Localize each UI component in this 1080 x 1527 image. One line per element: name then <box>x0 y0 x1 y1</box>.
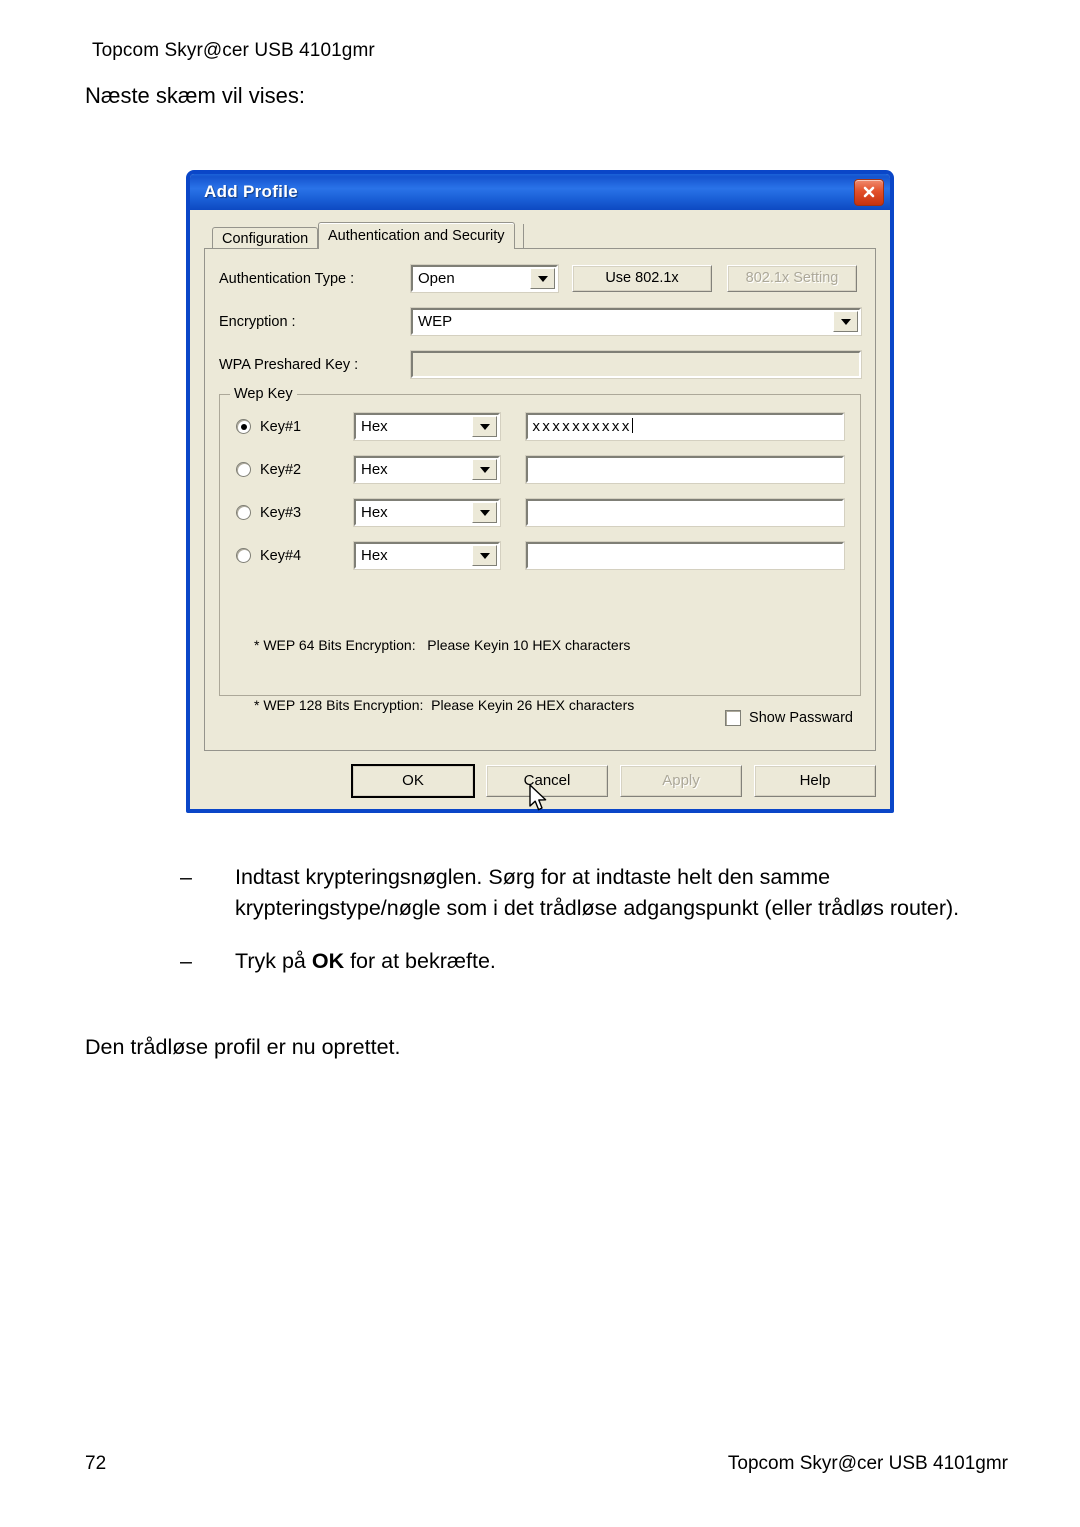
wep-key-2-format-value: Hex <box>356 458 472 481</box>
dialog-button-bar: OK Cancel Apply Help <box>204 764 876 798</box>
wep-key-4-input[interactable] <box>525 541 845 570</box>
chevron-down-icon[interactable] <box>472 416 497 437</box>
ok-button[interactable]: OK <box>351 764 475 798</box>
encryption-value: WEP <box>413 310 833 333</box>
bullet-text-bold: OK <box>311 949 345 973</box>
closing-paragraph: Den trådløse profil er nu oprettet. <box>85 1035 401 1059</box>
wep-key-1-format-value: Hex <box>356 415 472 438</box>
wep-key-2-label: Key#2 <box>260 461 302 478</box>
wep-key-1-value: xxxxxxxxxx <box>532 419 632 435</box>
authentication-type-value: Open <box>413 267 530 290</box>
tabstrip: Configuration Authentication and Securit… <box>212 222 876 249</box>
footer-title: Topcom Skyr@cer USB 4101gmr <box>727 1453 1008 1474</box>
footer-page-number: 72 <box>85 1453 107 1474</box>
wep-key-legend: Wep Key <box>230 386 297 402</box>
wep-key-2-radio[interactable]: Key#2 <box>236 462 354 478</box>
intro-paragraph: Næste skæm vil vises: <box>85 83 306 108</box>
tab-configuration[interactable]: Configuration <box>212 227 319 249</box>
tab-authentication-and-security[interactable]: Authentication and Security <box>318 222 515 249</box>
wep-key-4-format-value: Hex <box>356 544 472 567</box>
use-8021x-button[interactable]: Use 802.1x <box>572 265 712 292</box>
wep-hint-line-1: * WEP 64 Bits Encryption: Please Keyin 1… <box>254 637 631 653</box>
add-profile-dialog: Add Profile Configuration Authentication… <box>186 170 894 813</box>
encryption-row: Encryption : WEP <box>219 307 862 336</box>
dialog-titlebar: Add Profile <box>190 174 890 210</box>
wep-hint-text: * WEP 64 Bits Encryption: Please Keyin 1… <box>254 595 844 755</box>
wep-key-2-format-select[interactable]: Hex <box>353 455 501 484</box>
cancel-button[interactable]: Cancel <box>486 765 608 797</box>
bullet-dash: – <box>180 865 192 889</box>
authentication-type-select[interactable]: Open <box>410 264 559 293</box>
help-button[interactable]: Help <box>754 765 876 797</box>
dialog-body: Configuration Authentication and Securit… <box>190 210 890 809</box>
authentication-type-label: Authentication Type : <box>219 270 355 287</box>
wep-key-3-format-value: Hex <box>356 501 472 524</box>
encryption-label: Encryption : <box>219 313 296 330</box>
bullet-dash: – <box>180 949 192 973</box>
wep-key-row-4: Key#4 Hex <box>236 541 845 570</box>
wep-key-groupbox: Wep Key Key#1 Hex xxxxxxxxxx Key#2 Hex K… <box>219 386 861 713</box>
wep-key-3-label: Key#3 <box>260 504 302 521</box>
wep-key-3-input[interactable] <box>525 498 845 527</box>
8021x-setting-button: 802.1x Setting <box>727 265 857 292</box>
wep-key-2-input[interactable] <box>525 455 845 484</box>
wep-key-1-radio[interactable]: Key#1 <box>236 419 354 435</box>
wep-key-4-radio[interactable]: Key#4 <box>236 548 354 564</box>
chevron-down-icon[interactable] <box>472 502 497 523</box>
bullet-text-before: Tryk på <box>235 949 312 973</box>
encryption-select[interactable]: WEP <box>410 307 862 336</box>
radio-icon <box>236 505 251 520</box>
wep-key-3-format-select[interactable]: Hex <box>353 498 501 527</box>
chevron-down-icon[interactable] <box>833 311 858 332</box>
wep-key-3-radio[interactable]: Key#3 <box>236 505 354 521</box>
bullet-text-body: Indtast krypteringsnøglen. Sørg for at i… <box>235 865 960 920</box>
authentication-type-row: Authentication Type : Open Use 802.1x 80… <box>219 264 861 293</box>
wep-hint-line-2: * WEP 128 Bits Encryption: Please Keyin … <box>254 697 635 713</box>
wpa-preshared-key-row: WPA Preshared Key : <box>219 350 862 379</box>
wep-key-4-format-select[interactable]: Hex <box>353 541 501 570</box>
wep-key-row-1: Key#1 Hex xxxxxxxxxx <box>236 412 845 441</box>
list-item: – Indtast krypteringsnøglen. Sørg for at… <box>85 862 1015 924</box>
tab-separator <box>523 224 524 248</box>
instruction-list: – Indtast krypteringsnøglen. Sørg for at… <box>85 862 1015 999</box>
wep-key-row-3: Key#3 Hex <box>236 498 845 527</box>
close-icon[interactable] <box>854 178 884 206</box>
wep-key-4-label: Key#4 <box>260 547 302 564</box>
bullet-text: Indtast krypteringsnøglen. Sørg for at i… <box>180 862 1015 924</box>
dialog-title: Add Profile <box>204 182 298 201</box>
wpa-preshared-key-label: WPA Preshared Key : <box>219 356 359 373</box>
radio-icon <box>236 548 251 563</box>
bullet-text-after: for at bekræfte. <box>344 949 496 973</box>
list-item: – Tryk på OK for at bekræfte. <box>85 946 1015 977</box>
wep-key-1-label: Key#1 <box>260 418 302 435</box>
radio-icon <box>236 462 251 477</box>
chevron-down-icon[interactable] <box>472 545 497 566</box>
wpa-preshared-key-input <box>410 350 862 379</box>
tab-panel-authentication-and-security: Authentication Type : Open Use 802.1x 80… <box>204 248 876 751</box>
chevron-down-icon[interactable] <box>530 268 555 289</box>
wep-key-1-format-select[interactable]: Hex <box>353 412 501 441</box>
radio-icon <box>236 419 251 434</box>
wep-key-row-2: Key#2 Hex <box>236 455 845 484</box>
apply-button: Apply <box>620 765 742 797</box>
chevron-down-icon[interactable] <box>472 459 497 480</box>
text-caret <box>632 418 634 433</box>
page-running-header: Topcom Skyr@cer USB 4101gmr <box>92 40 375 61</box>
wep-key-1-input[interactable]: xxxxxxxxxx <box>525 412 845 441</box>
bullet-text: Tryk på OK for at bekræfte. <box>180 946 1015 977</box>
